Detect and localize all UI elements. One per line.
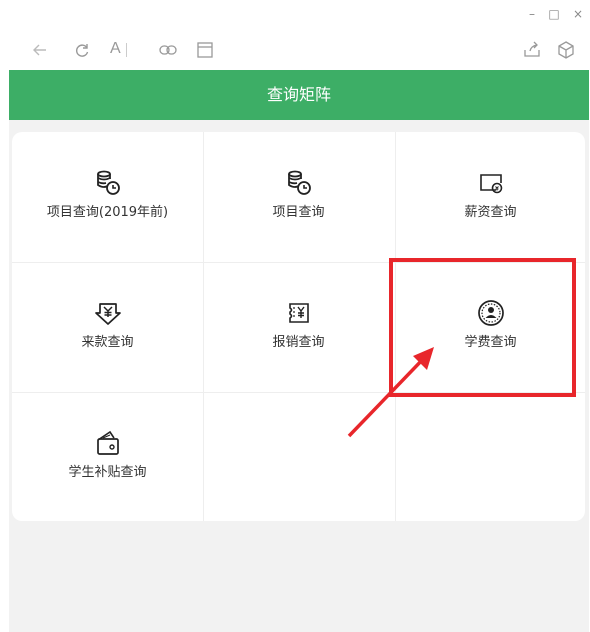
empty-cell xyxy=(395,392,585,521)
coins-clock-icon xyxy=(93,168,123,198)
query-item-label: 项目查询(2019年前) xyxy=(46,205,169,220)
toolbar: A xyxy=(0,30,590,70)
query-item-label: 学生补贴查询 xyxy=(68,465,147,480)
window-icon[interactable] xyxy=(195,40,215,60)
page-title: 查询矩阵 xyxy=(266,85,331,104)
yen-down-arrow-icon xyxy=(93,298,123,328)
annotation-highlight-box xyxy=(389,258,576,397)
yen-receipt-icon xyxy=(284,298,314,328)
toolbar-divider xyxy=(126,43,127,57)
query-item-salary[interactable]: 薪资查询 xyxy=(395,132,585,262)
back-icon[interactable] xyxy=(30,40,50,60)
coins-clock-icon xyxy=(284,168,314,198)
window-titlebar: – □ × xyxy=(0,0,590,30)
refresh-icon[interactable] xyxy=(72,40,92,60)
maximize-button[interactable]: □ xyxy=(546,6,562,22)
share-icon[interactable] xyxy=(522,40,542,60)
font-size-icon[interactable]: A xyxy=(110,39,121,59)
query-item-reimbursement[interactable]: 报销查询 xyxy=(203,262,394,392)
query-item-label: 项目查询 xyxy=(272,205,325,220)
query-item-label: 薪资查询 xyxy=(464,205,517,220)
open-wallet-icon xyxy=(93,428,123,458)
empty-cell xyxy=(203,392,394,521)
query-item-incoming-funds[interactable]: 来款查询 xyxy=(12,262,203,392)
close-button[interactable]: × xyxy=(570,6,586,22)
query-item-label: 来款查询 xyxy=(81,335,134,350)
cube-icon[interactable] xyxy=(556,40,576,60)
minimize-button[interactable]: – xyxy=(524,6,540,22)
wallet-card-icon xyxy=(476,168,506,198)
query-item-project[interactable]: 项目查询 xyxy=(203,132,394,262)
query-item-project-pre2019[interactable]: 项目查询(2019年前) xyxy=(12,132,203,262)
query-item-label: 报销查询 xyxy=(272,335,325,350)
link-icon[interactable] xyxy=(158,40,178,60)
page-header: 查询矩阵 xyxy=(9,70,589,120)
query-item-student-subsidy[interactable]: 学生补贴查询 xyxy=(12,392,203,521)
